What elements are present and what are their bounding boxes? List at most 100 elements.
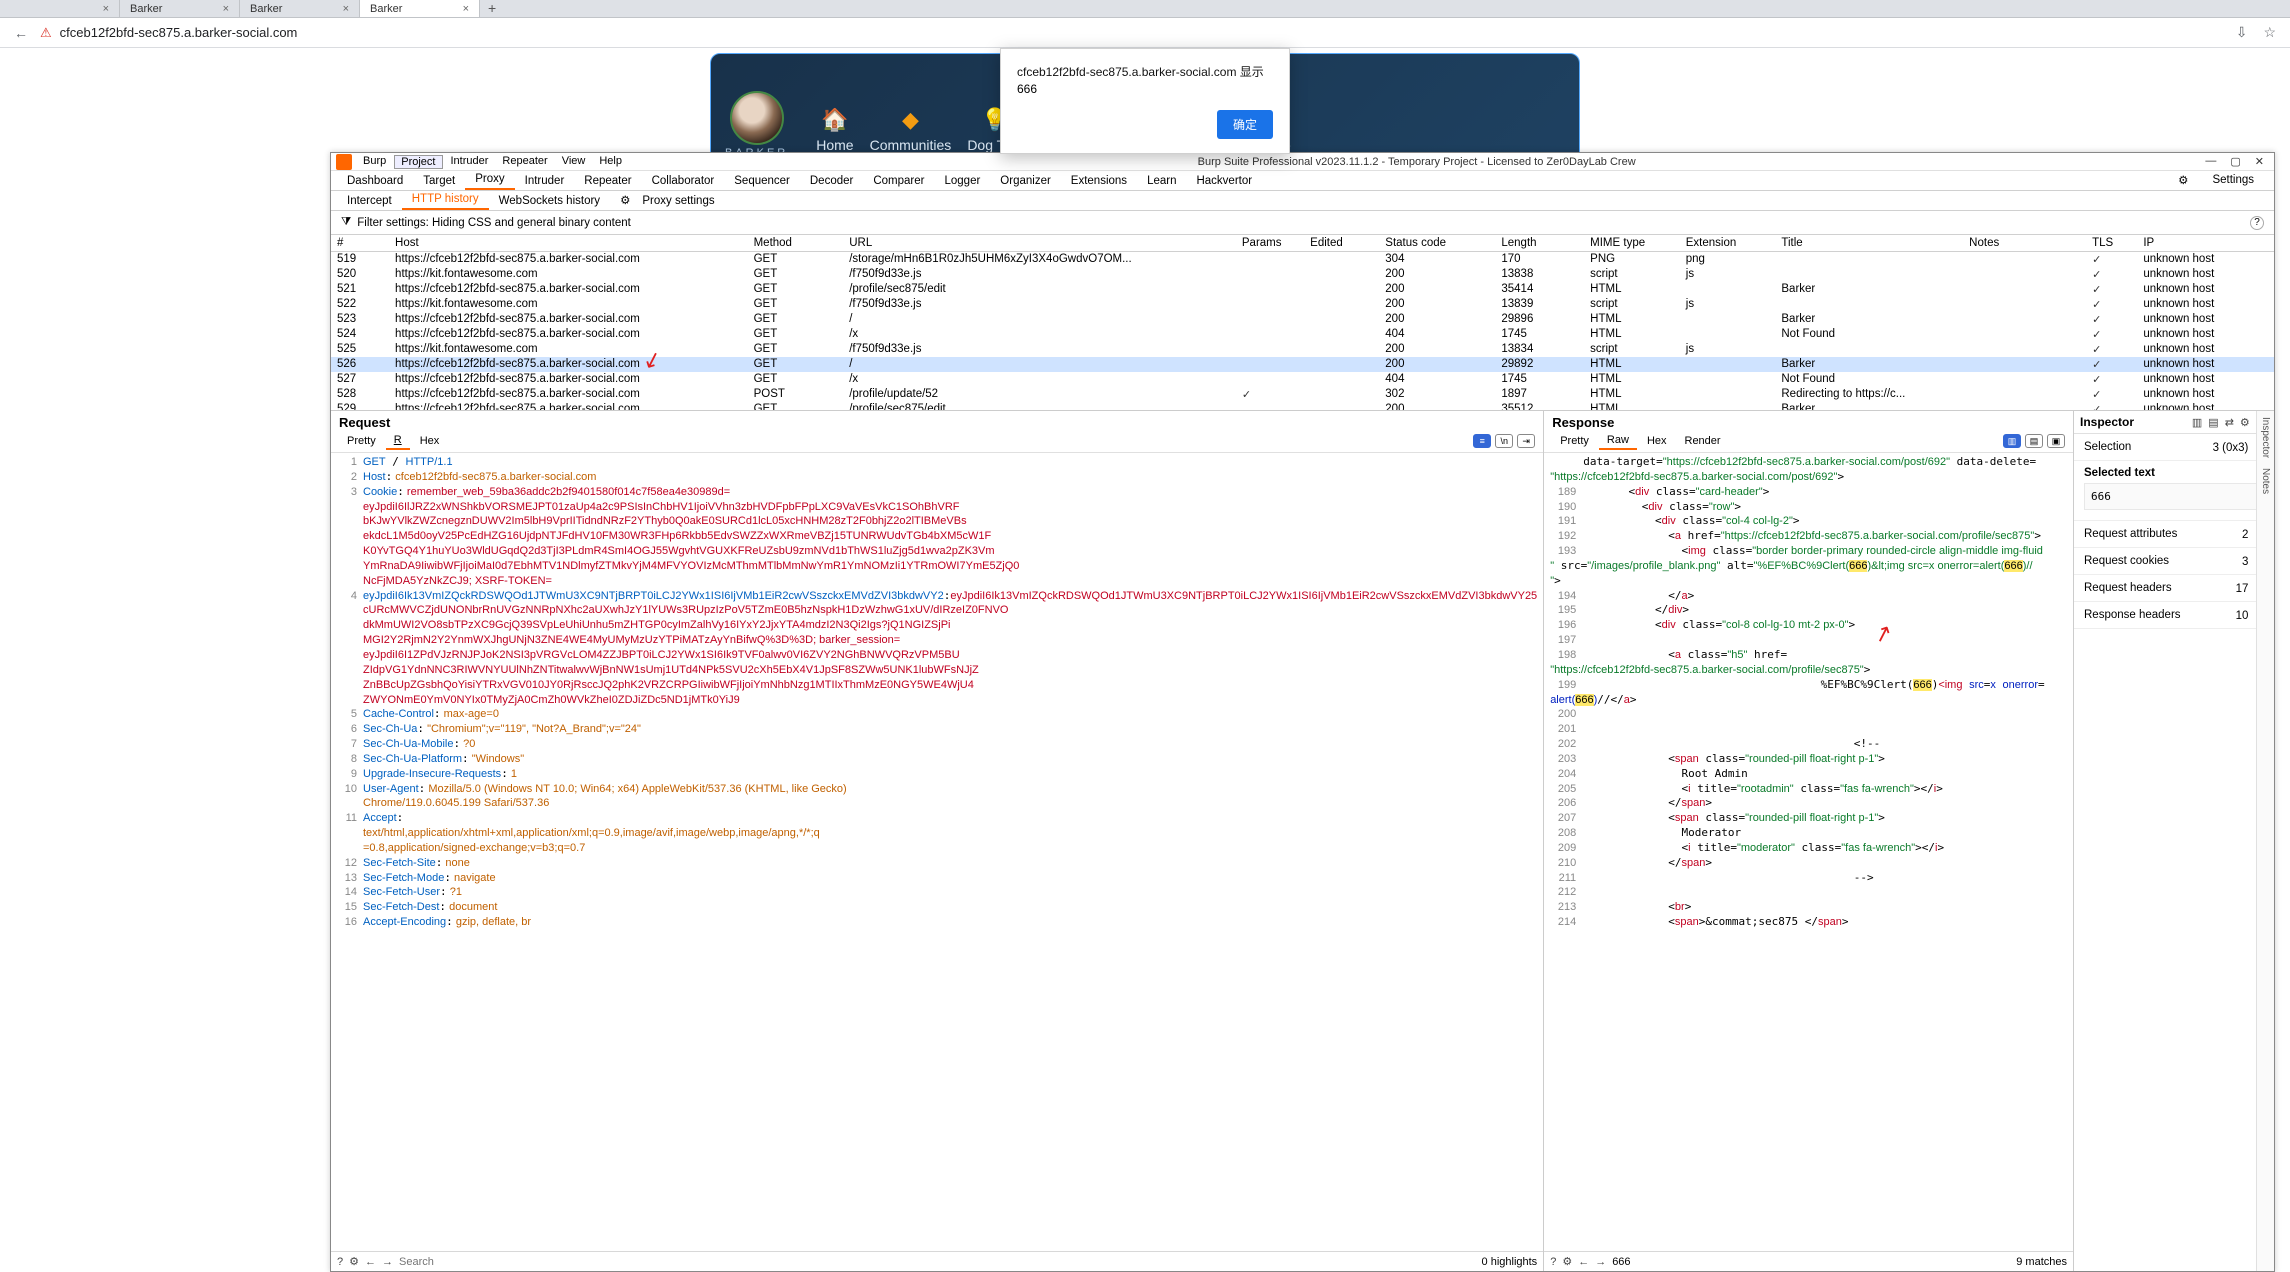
tab-close-icon[interactable]: ×: [213, 3, 229, 15]
menu-project[interactable]: Project: [394, 155, 442, 169]
http-history-table[interactable]: #HostMethodURLParamsEditedStatus codeLen…: [331, 235, 2274, 411]
layout-icon[interactable]: ▥: [2189, 416, 2205, 429]
column-header[interactable]: URL: [843, 235, 1236, 251]
column-header[interactable]: Host: [389, 235, 748, 251]
response-subtab-hex[interactable]: Hex: [1639, 433, 1675, 449]
tab-comparer[interactable]: Comparer: [863, 172, 934, 190]
table-row[interactable]: 522https://kit.fontawesome.comGET/f750f9…: [331, 297, 2274, 312]
column-header[interactable]: Title: [1775, 235, 1963, 251]
table-row[interactable]: 528https://cfceb12f2bfd-sec875.a.barker-…: [331, 387, 2274, 402]
tab-organizer[interactable]: Organizer: [990, 172, 1061, 190]
table-row[interactable]: 525https://kit.fontawesome.comGET/f750f9…: [331, 342, 2274, 357]
actions-icon[interactable]: ≡: [1473, 434, 1491, 448]
view-layout-icon[interactable]: ▥: [2003, 434, 2021, 448]
table-row[interactable]: 523https://cfceb12f2bfd-sec875.a.barker-…: [331, 312, 2274, 327]
subtab-proxy-settings[interactable]: Proxy settings: [632, 192, 724, 210]
column-header[interactable]: Extension: [1680, 235, 1776, 251]
request-search-input[interactable]: [399, 1256, 1476, 1268]
table-row[interactable]: 524https://cfceb12f2bfd-sec875.a.barker-…: [331, 327, 2274, 342]
search-gear-icon[interactable]: ⚙: [1562, 1255, 1572, 1268]
tab-logger[interactable]: Logger: [934, 172, 990, 190]
tab-sequencer[interactable]: Sequencer: [724, 172, 800, 190]
star-icon[interactable]: ☆: [2259, 24, 2280, 41]
inspector-section[interactable]: Response headers10: [2074, 602, 2274, 629]
url-display[interactable]: cfceb12f2bfd-sec875.a.barker-social.com: [60, 25, 2224, 40]
view-split-icon[interactable]: ▤: [2025, 434, 2043, 448]
tab-dashboard[interactable]: Dashboard: [337, 172, 413, 190]
minimize-icon[interactable]: —: [2205, 155, 2216, 168]
tab-target[interactable]: Target: [413, 172, 465, 190]
not-secure-icon[interactable]: ⚠: [40, 25, 52, 41]
tab-decoder[interactable]: Decoder: [800, 172, 863, 190]
menu-repeater[interactable]: Repeater: [496, 155, 553, 169]
request-editor[interactable]: 1GET / HTTP/1.1 2Host: cfceb12f2bfd-sec8…: [331, 453, 1543, 1251]
inspector-section[interactable]: Request attributes2: [2074, 521, 2274, 548]
column-header[interactable]: #: [331, 235, 389, 251]
install-icon[interactable]: ⇩: [2232, 24, 2252, 41]
maximize-icon[interactable]: ▢: [2230, 155, 2240, 168]
alert-ok-button[interactable]: 确定: [1217, 110, 1273, 139]
tab-close-icon[interactable]: ×: [93, 3, 109, 15]
layout-icon[interactable]: ▤: [2205, 416, 2221, 429]
column-header[interactable]: Status code: [1379, 235, 1495, 251]
tab-repeater[interactable]: Repeater: [574, 172, 641, 190]
search-prev-icon[interactable]: ←: [1578, 1256, 1589, 1268]
table-row[interactable]: 529https://cfceb12f2bfd-sec875.a.barker-…: [331, 402, 2274, 412]
search-help-icon[interactable]: ?: [1550, 1256, 1556, 1268]
newline-icon[interactable]: \n: [1495, 434, 1513, 448]
column-header[interactable]: Length: [1495, 235, 1584, 251]
browser-tab[interactable]: Barker×: [360, 0, 480, 17]
nav-home[interactable]: 🏠Home: [816, 107, 853, 153]
browser-tab[interactable]: ×: [0, 0, 120, 17]
new-tab-button[interactable]: +: [480, 0, 504, 17]
subtab-http-history[interactable]: HTTP history: [402, 190, 489, 210]
search-prev-icon[interactable]: ←: [365, 1256, 376, 1268]
nav-communities[interactable]: ◆Communities: [870, 107, 952, 153]
column-header[interactable]: MIME type: [1584, 235, 1680, 251]
column-header[interactable]: Method: [748, 235, 844, 251]
search-gear-icon[interactable]: ⚙: [349, 1255, 359, 1268]
tab-intruder[interactable]: Intruder: [515, 172, 575, 190]
tab-extensions[interactable]: Extensions: [1061, 172, 1137, 190]
menu-burp[interactable]: Burp: [357, 155, 392, 169]
inspector-section[interactable]: Request cookies3: [2074, 548, 2274, 575]
response-editor[interactable]: data-target="https://cfceb12f2bfd-sec875…: [1544, 453, 2073, 1251]
inspector-selection[interactable]: Selection 3 (0x3): [2074, 434, 2274, 461]
response-subtab-pretty[interactable]: Pretty: [1552, 433, 1597, 449]
gear-icon[interactable]: ⚙: [2237, 416, 2253, 429]
request-subtab-pretty[interactable]: Pretty: [339, 433, 384, 449]
column-header[interactable]: Notes: [1963, 235, 2086, 251]
response-subtab-raw[interactable]: Raw: [1599, 432, 1637, 450]
column-header[interactable]: TLS: [2086, 235, 2137, 251]
tab-close-icon[interactable]: ×: [333, 3, 349, 15]
menu-intruder[interactable]: Intruder: [445, 155, 495, 169]
column-header[interactable]: Edited: [1304, 235, 1379, 251]
tab-proxy[interactable]: Proxy: [465, 170, 514, 190]
column-header[interactable]: Params: [1236, 235, 1304, 251]
search-next-icon[interactable]: →: [1595, 1256, 1606, 1268]
table-row[interactable]: 519https://cfceb12f2bfd-sec875.a.barker-…: [331, 251, 2274, 267]
search-help-icon[interactable]: ?: [337, 1256, 343, 1268]
table-row[interactable]: 527https://cfceb12f2bfd-sec875.a.barker-…: [331, 372, 2274, 387]
wrap-icon[interactable]: ⇥: [1517, 434, 1535, 448]
browser-tab[interactable]: Barker×: [120, 0, 240, 17]
settings-label[interactable]: Settings: [2202, 171, 2264, 189]
response-search-input[interactable]: [1612, 1256, 2010, 1268]
back-icon[interactable]: ←: [10, 25, 32, 41]
table-row[interactable]: 526https://cfceb12f2bfd-sec875.a.barker-…: [331, 357, 2274, 372]
browser-tab[interactable]: Barker×: [240, 0, 360, 17]
subtab-intercept[interactable]: Intercept: [337, 192, 402, 210]
request-subtab-hex[interactable]: Hex: [412, 433, 448, 449]
view-full-icon[interactable]: ▣: [2047, 434, 2065, 448]
inspector-section[interactable]: Request headers17: [2074, 575, 2274, 602]
tab-hackvertor[interactable]: Hackvertor: [1186, 172, 1262, 190]
column-header[interactable]: IP: [2137, 235, 2274, 251]
search-next-icon[interactable]: →: [382, 1256, 393, 1268]
response-subtab-render[interactable]: Render: [1677, 433, 1729, 449]
menu-view[interactable]: View: [556, 155, 592, 169]
menu-help[interactable]: Help: [593, 155, 628, 169]
table-row[interactable]: 520https://kit.fontawesome.comGET/f750f9…: [331, 267, 2274, 282]
table-row[interactable]: 521https://cfceb12f2bfd-sec875.a.barker-…: [331, 282, 2274, 297]
settings-gear-icon[interactable]: ⚙: [2168, 170, 2198, 190]
tab-collaborator[interactable]: Collaborator: [642, 172, 725, 190]
